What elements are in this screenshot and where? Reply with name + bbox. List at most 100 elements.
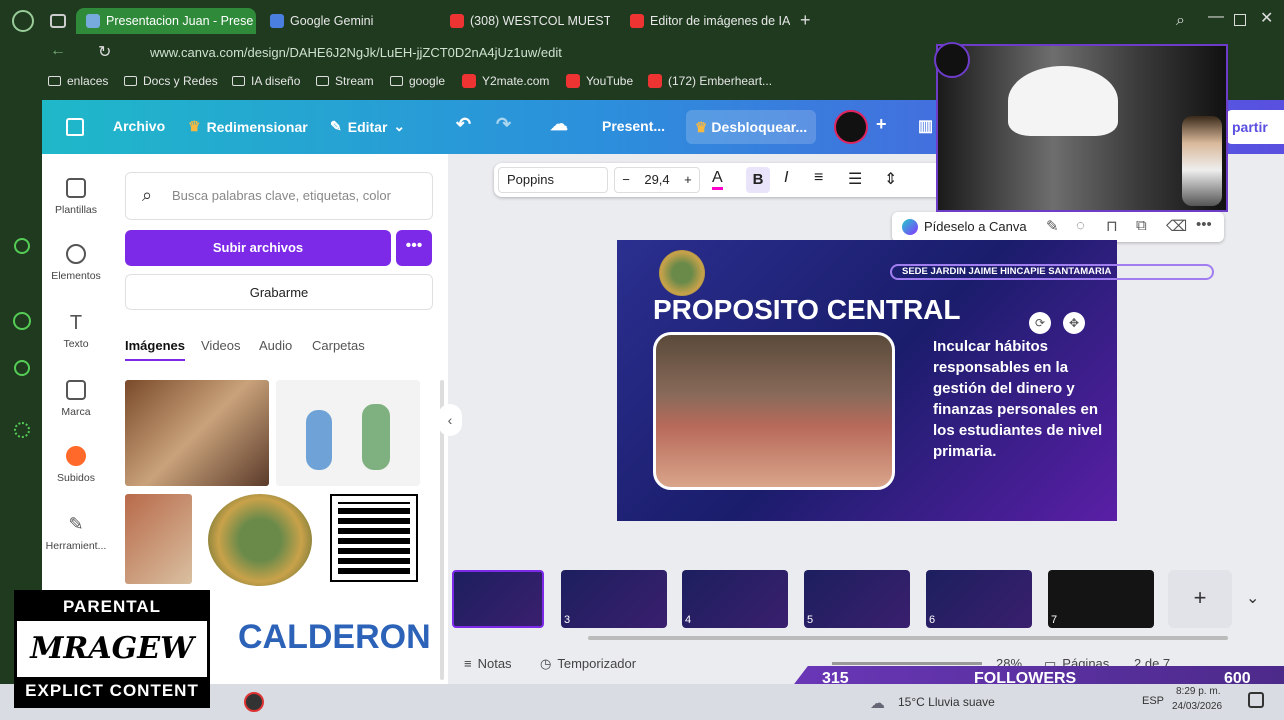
add-page-button[interactable]: +	[1168, 570, 1232, 628]
page-thumb-3[interactable]: 3	[561, 570, 667, 628]
tab-audio[interactable]: Audio	[259, 338, 292, 353]
slide-body[interactable]: Inculcar hábitos responsables en la gest…	[933, 336, 1103, 462]
slide[interactable]: PROPOSITO CENTRAL Inculcar hábitos respo…	[617, 240, 1117, 521]
bookmark-stream[interactable]: Stream	[316, 74, 374, 88]
upload-image-classroom[interactable]	[125, 380, 269, 486]
present-button[interactable]: Present...	[602, 118, 665, 134]
upload-image-seal[interactable]	[208, 494, 312, 586]
rotate-handle-icon[interactable]: ⟳	[1029, 312, 1051, 334]
address-bar[interactable]: www.canva.com/design/DAHE6J2NgJk/LuEH-jj…	[150, 42, 930, 64]
bookmark-ia[interactable]: IA diseño	[232, 74, 300, 88]
rail-marca[interactable]: Marca	[42, 380, 110, 418]
thumb-scrollbar[interactable]	[588, 636, 1228, 640]
analytics-icon[interactable]: ▥	[918, 116, 933, 136]
bold-icon[interactable]: B	[746, 167, 770, 193]
upload-image-kids[interactable]	[276, 380, 420, 486]
lock-icon[interactable]: ⊓	[1106, 217, 1118, 235]
tab-videos[interactable]: Videos	[201, 338, 241, 353]
increase-size-icon[interactable]: +	[684, 168, 692, 192]
sidebar-app-icon[interactable]	[14, 238, 30, 254]
tab-gemini[interactable]: Google Gemini	[260, 8, 430, 34]
move-handle-icon[interactable]: ✥	[1063, 312, 1085, 334]
back-icon[interactable]: ←	[50, 42, 66, 60]
page-thumb-6[interactable]: 6	[926, 570, 1032, 628]
home-icon[interactable]	[66, 118, 84, 136]
reload-icon[interactable]: ↻	[98, 42, 111, 62]
redimensionar-button[interactable]: ♛ Redimensionar	[188, 118, 308, 135]
upload-files-button[interactable]: Subir archivos	[125, 230, 391, 266]
school-seal[interactable]	[659, 250, 705, 296]
language-indicator[interactable]: ESP	[1142, 695, 1164, 707]
history-icon[interactable]	[14, 360, 30, 376]
delete-icon[interactable]: ⌫	[1166, 217, 1187, 235]
rail-elementos[interactable]: Elementos	[42, 244, 110, 282]
clock-date[interactable]: 24/03/2026	[1172, 701, 1222, 712]
tab-westcol[interactable]: (308) WESTCOL MUESTR	[440, 8, 610, 34]
timer-button[interactable]: ◷ Temporizador	[540, 656, 636, 672]
panel-search[interactable]: ⌕ Busca palabras clave, etiquetas, color	[125, 172, 433, 220]
align-icon[interactable]: ≡	[814, 169, 823, 187]
upload-image-logo[interactable]: CALDERON	[208, 594, 431, 684]
bookmark-y2mate[interactable]: Y2mate.com	[462, 74, 549, 88]
bookmark-docs[interactable]: Docs y Redes	[124, 74, 218, 88]
comment-icon[interactable]: ◌	[1076, 217, 1085, 234]
more-icon[interactable]: •••	[1196, 216, 1212, 233]
notification-icon[interactable]	[1248, 692, 1264, 708]
rail-plantillas[interactable]: Plantillas	[42, 178, 110, 216]
bookmark-youtube[interactable]: YouTube	[566, 74, 633, 88]
add-collaborator-icon[interactable]: +	[876, 114, 887, 135]
close-icon[interactable]: ✕	[1260, 8, 1273, 28]
whatsapp-icon[interactable]	[13, 312, 31, 330]
upload-image-qr[interactable]	[330, 494, 418, 582]
settings-icon[interactable]	[14, 422, 30, 438]
page-thumb-2[interactable]	[452, 570, 544, 628]
zoom-slider[interactable]	[832, 662, 982, 665]
minimize-icon[interactable]: —	[1208, 8, 1224, 26]
chevron-down-icon[interactable]: ⌄	[1246, 588, 1259, 608]
page-thumb-7[interactable]: 7	[1048, 570, 1154, 628]
font-select[interactable]: Poppins	[498, 167, 608, 193]
bookmark-google[interactable]: google	[390, 74, 445, 88]
share-button[interactable]: partir	[1226, 110, 1284, 144]
undo-icon[interactable]: ↶	[456, 114, 471, 135]
text-color-icon[interactable]: A	[712, 169, 723, 190]
rail-subidos[interactable]: Subidos	[42, 446, 110, 484]
tab-actions-icon[interactable]	[50, 14, 66, 28]
spacing-icon[interactable]: ⇕	[884, 169, 897, 189]
magic-write-icon[interactable]: ✎	[1046, 217, 1059, 235]
cloud-sync-icon[interactable]: ☁	[550, 114, 568, 135]
editar-menu[interactable]: ✎ Editar ⌄	[330, 118, 405, 135]
tab-editor[interactable]: Editor de imágenes de IA	[620, 8, 790, 34]
upload-image-room[interactable]	[125, 494, 192, 584]
slide-subtitle-selection[interactable]: SEDE JARDIN JAIME HINCAPIE SANTAMARIA	[890, 264, 1214, 280]
avatar[interactable]	[834, 110, 868, 144]
clock-time[interactable]: 8:29 p. m.	[1176, 686, 1220, 697]
search-icon[interactable]: ⌕	[1176, 12, 1185, 30]
rail-herramientas[interactable]: ✎ Herramient...	[42, 514, 110, 552]
browser-logo-icon[interactable]	[12, 10, 34, 32]
list-icon[interactable]: ☰	[848, 169, 862, 189]
tab-canva[interactable]: Presentacion Juan - Prese	[76, 8, 256, 34]
record-button[interactable]: Grabarme	[125, 274, 433, 310]
new-tab-icon[interactable]: +	[800, 10, 811, 31]
rail-texto[interactable]: T Texto	[42, 312, 110, 350]
decrease-size-icon[interactable]: −	[622, 168, 630, 192]
desbloquear-button[interactable]: ♛ Desbloquear...	[686, 110, 816, 144]
collapse-panel-button[interactable]: ‹	[438, 404, 462, 436]
slide-photo[interactable]	[653, 332, 895, 490]
weather-text[interactable]: 15°C Lluvia suave	[898, 695, 995, 709]
font-size-stepper[interactable]: − 29,4 +	[614, 167, 700, 193]
page-thumb-4[interactable]: 4	[682, 570, 788, 628]
ask-canva-button[interactable]: Pídeselo a Canva	[924, 219, 1027, 234]
bookmark-enlaces[interactable]: enlaces	[48, 74, 108, 88]
italic-icon[interactable]: I	[784, 169, 788, 187]
maximize-icon[interactable]	[1234, 14, 1246, 26]
upload-more-button[interactable]: •••	[396, 230, 432, 266]
slide-subtitle[interactable]: SEDE JARDIN JAIME HINCAPIE SANTAMARIA	[902, 266, 1111, 277]
bookmark-emberheart[interactable]: (172) Emberheart...	[648, 74, 772, 88]
tab-carpetas[interactable]: Carpetas	[312, 338, 365, 353]
tab-imagenes[interactable]: Imágenes	[125, 338, 185, 361]
redo-icon[interactable]: ↷	[496, 114, 511, 135]
taskbar-app-icon[interactable]	[244, 692, 264, 712]
page-thumb-5[interactable]: 5	[804, 570, 910, 628]
